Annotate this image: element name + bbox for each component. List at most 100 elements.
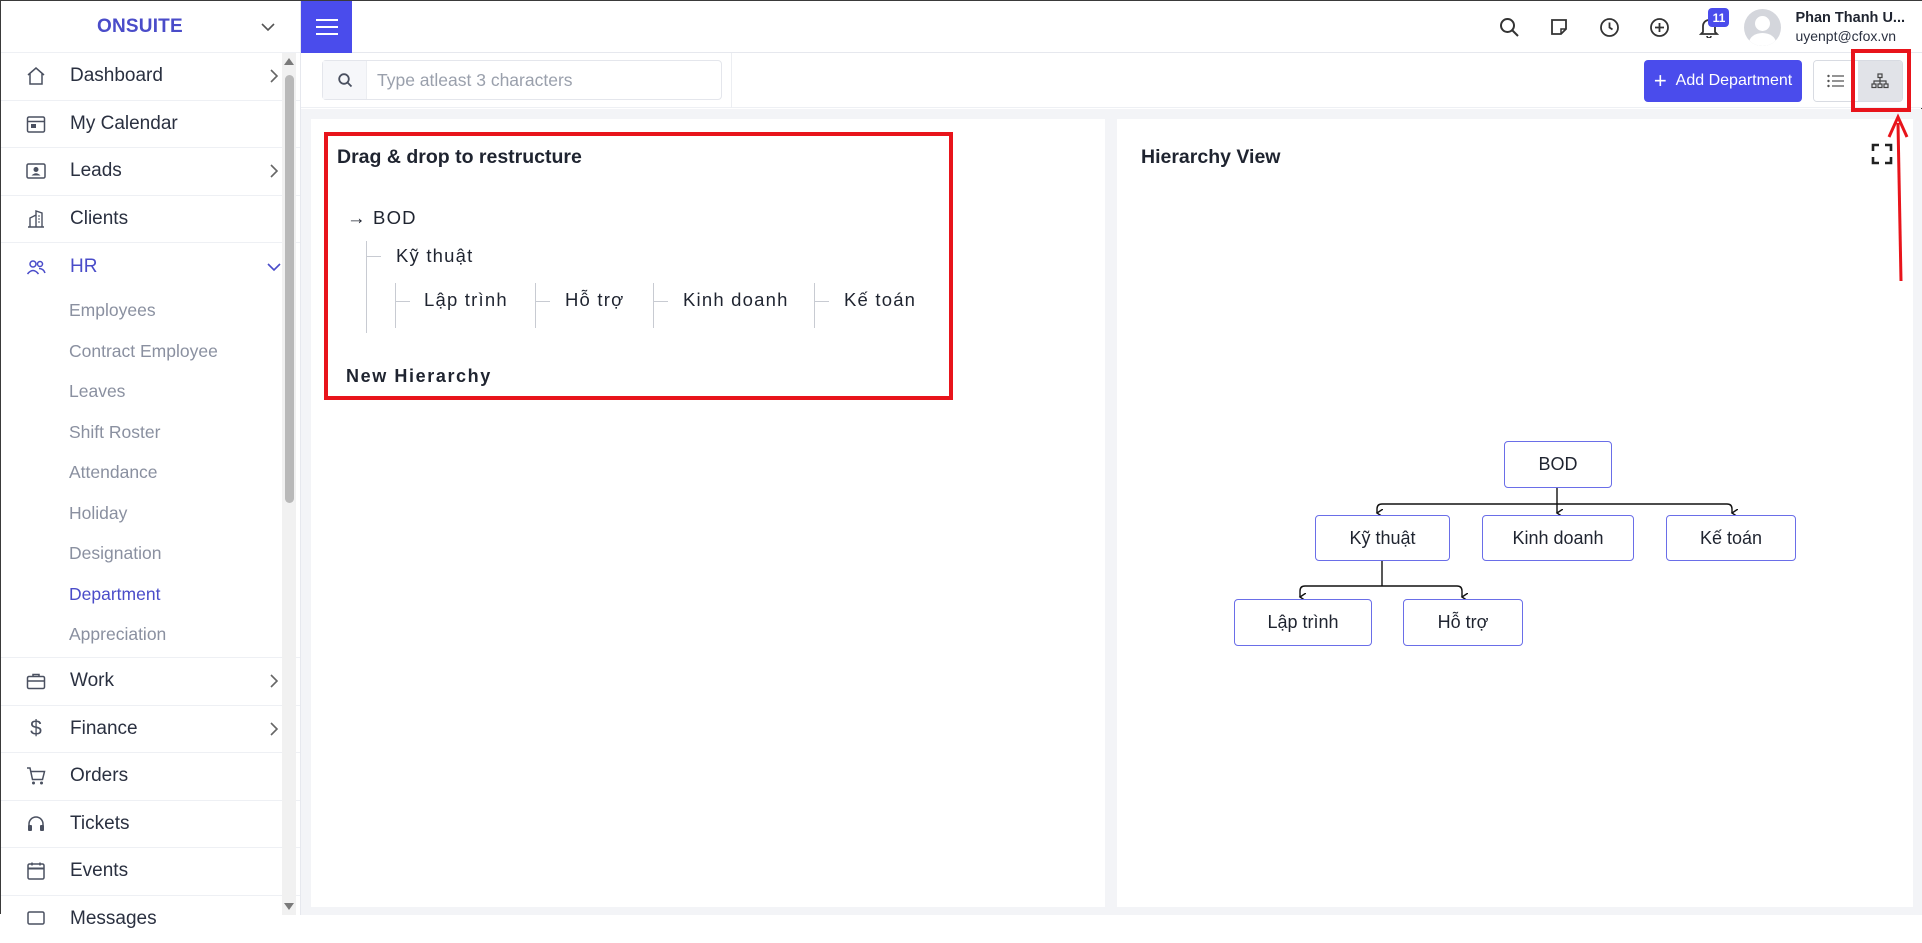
submenu-item-employees[interactable]: Employees — [1, 291, 300, 332]
submenu-item-appreciation[interactable]: Appreciation — [1, 615, 300, 656]
sidebar-item-label: Events — [70, 860, 128, 882]
hierarchy-view-button[interactable] — [1858, 61, 1902, 101]
list-view-button[interactable] — [1814, 61, 1858, 101]
tree-connector — [654, 301, 668, 302]
list-icon — [1827, 74, 1845, 88]
search-button[interactable] — [1484, 1, 1534, 53]
add-department-label: Add Department — [1676, 72, 1793, 90]
sidebar-item-label: HR — [70, 256, 97, 278]
chevron-right-icon — [266, 673, 282, 689]
user-menu[interactable]: Phan Thanh U... uyenpt@cfox.vn — [1744, 9, 1922, 46]
sidebar-item-events[interactable]: Events — [1, 848, 300, 896]
chevron-down-icon[interactable] — [260, 19, 276, 35]
sidebar-item-orders[interactable]: Orders — [1, 753, 300, 801]
notification-count-badge: 11 — [1708, 8, 1729, 27]
sidebar-item-leads[interactable]: Leads — [1, 148, 300, 196]
plus-circle-icon — [1649, 17, 1670, 38]
org-node-kinh-doanh[interactable]: Kinh doanh — [1482, 515, 1634, 561]
sticky-notes-button[interactable] — [1534, 1, 1584, 53]
sidebar-item-clients[interactable]: Clients — [1, 196, 300, 244]
sidebar-item-tickets[interactable]: Tickets — [1, 801, 300, 849]
tree-node-root[interactable]: → BOD — [347, 207, 417, 229]
contact-card-icon — [23, 158, 49, 184]
tree-connector — [396, 301, 410, 302]
tree-connector — [653, 283, 654, 328]
org-node-ky-thuat[interactable]: Kỹ thuật — [1315, 515, 1450, 561]
menu-toggle-button[interactable] — [301, 1, 352, 53]
calendar-icon — [23, 111, 49, 137]
org-node-lap-trinh[interactable]: Lập trình — [1234, 599, 1372, 646]
user-email: uyenpt@cfox.vn — [1795, 28, 1905, 44]
view-toggle-group — [1813, 60, 1903, 102]
sidebar-item-label: Dashboard — [70, 65, 163, 87]
chevron-down-icon — [266, 259, 282, 275]
home-icon — [23, 63, 49, 89]
timelog-button[interactable] — [1584, 1, 1634, 53]
hierarchy-icon — [1871, 73, 1889, 89]
scroll-up-arrow-icon[interactable] — [284, 58, 294, 65]
submenu-item-holiday[interactable]: Holiday — [1, 493, 300, 534]
arrow-right-icon: → — [347, 207, 367, 228]
tree-node-lap-trinh[interactable]: Lập trình — [424, 289, 508, 311]
avatar — [1744, 9, 1781, 46]
tree-node-kinh-doanh[interactable]: Kinh doanh — [683, 289, 789, 311]
toolbar-divider — [731, 53, 732, 108]
sidebar-nav-lower: Work $ Finance Orders Tickets — [1, 657, 300, 943]
message-icon — [23, 906, 49, 932]
sidebar-item-label: Work — [70, 670, 114, 692]
org-node-ke-toan[interactable]: Kế toán — [1666, 515, 1796, 561]
tree-node-ke-toan[interactable]: Kế toán — [844, 289, 916, 311]
sidebar-scrollbar[interactable] — [282, 53, 296, 915]
quick-add-button[interactable] — [1634, 1, 1684, 53]
submenu-item-designation[interactable]: Designation — [1, 534, 300, 575]
submenu-item-contract-employee[interactable]: Contract Employee — [1, 331, 300, 372]
sidebar-item-label: Finance — [70, 718, 138, 740]
sidebar-item-finance[interactable]: $ Finance — [1, 706, 300, 754]
brand-header[interactable]: ONSUITE — [1, 1, 300, 53]
search-icon — [323, 61, 367, 99]
tree-connector — [815, 301, 829, 302]
new-hierarchy-dropzone[interactable]: New Hierarchy — [346, 366, 492, 387]
header-actions: 11 Phan Thanh U... uyenpt@cfox.vn — [1484, 1, 1922, 53]
clock-icon — [1599, 17, 1620, 38]
scrollbar-thumb[interactable] — [285, 75, 294, 503]
org-node-bod[interactable]: BOD — [1504, 441, 1612, 488]
submenu-item-leaves[interactable]: Leaves — [1, 372, 300, 413]
sidebar-item-label: Tickets — [70, 813, 129, 835]
sidebar-item-label: My Calendar — [70, 113, 178, 135]
notifications-button[interactable]: 11 — [1684, 1, 1734, 53]
sidebar-item-work[interactable]: Work — [1, 658, 300, 706]
headset-icon — [23, 811, 49, 837]
tree-connector — [535, 283, 536, 328]
main-content: Drag & drop to restructure → BOD Kỹ thuậ… — [301, 109, 1922, 915]
tree-node-ho-tro[interactable]: Hỗ trợ — [565, 289, 624, 311]
top-header: 11 Phan Thanh U... uyenpt@cfox.vn — [301, 1, 1922, 53]
tree-node-ky-thuat[interactable]: Kỹ thuật — [396, 245, 473, 267]
event-calendar-icon — [23, 858, 49, 884]
search-input[interactable] — [367, 70, 707, 91]
org-node-ho-tro[interactable]: Hỗ trợ — [1403, 599, 1523, 646]
users-icon — [23, 254, 49, 280]
sidebar-nav: Dashboard My Calendar Leads C — [1, 53, 300, 291]
tree-connector — [536, 301, 550, 302]
hamburger-icon — [316, 18, 338, 36]
submenu-item-department[interactable]: Department — [1, 574, 300, 615]
sidebar-item-label: Orders — [70, 765, 128, 787]
hierarchy-view-panel: Hierarchy View BOD Kỹ thuật Kinh doanh K… — [1117, 119, 1913, 907]
add-department-button[interactable]: + Add Department — [1644, 60, 1802, 102]
chevron-right-icon — [266, 721, 282, 737]
submenu-item-shift-roster[interactable]: Shift Roster — [1, 412, 300, 453]
brand-name: ONSUITE — [97, 16, 183, 38]
sidebar-item-messages[interactable]: Messages — [1, 896, 300, 943]
search-icon — [1498, 16, 1520, 38]
sidebar-item-my-calendar[interactable]: My Calendar — [1, 101, 300, 149]
tree-connector — [814, 283, 815, 328]
scroll-down-arrow-icon[interactable] — [284, 903, 294, 910]
restructure-panel: Drag & drop to restructure → BOD Kỹ thuậ… — [311, 119, 1105, 907]
sidebar-item-dashboard[interactable]: Dashboard — [1, 53, 300, 101]
page-toolbar: + Add Department — [301, 53, 1922, 108]
chevron-right-icon — [266, 163, 282, 179]
org-chart-connectors — [1117, 119, 1913, 907]
sidebar-item-hr[interactable]: HR — [1, 243, 300, 291]
submenu-item-attendance[interactable]: Attendance — [1, 453, 300, 494]
